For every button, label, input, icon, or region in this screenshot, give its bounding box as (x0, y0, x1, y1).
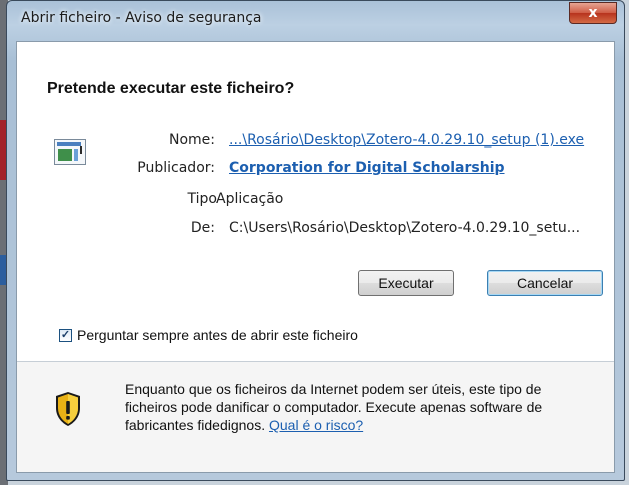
always-ask-checkbox[interactable]: ✓ (59, 329, 72, 342)
publisher-label: Publicador: (137, 160, 215, 176)
risk-link[interactable]: Qual é o risco? (269, 417, 363, 433)
application-file-icon (54, 139, 86, 165)
warning-message: Enquanto que os ficheiros da Internet po… (125, 380, 595, 434)
close-button[interactable]: x (569, 2, 617, 24)
from-value: C:\Users\Rosário\Desktop\Zotero-4.0.29.1… (229, 220, 581, 236)
type-value: Aplicação (216, 191, 284, 207)
checkmark-icon: ✓ (60, 329, 71, 341)
security-shield-icon (56, 392, 80, 426)
type-label: Tipo (187, 191, 217, 207)
run-button[interactable]: Executar (358, 270, 454, 296)
window-title: Abrir ficheiro - Aviso de segurança (21, 10, 262, 26)
publisher-link[interactable]: Corporation for Digital Scholarship (229, 160, 505, 176)
security-warning-dialog: Abrir ficheiro - Aviso de segurança x Pr… (6, 0, 625, 481)
file-name-link[interactable]: ...\Rosário\Desktop\Zotero-4.0.29.10_set… (229, 132, 584, 148)
dialog-heading: Pretende executar este ficheiro? (47, 80, 295, 97)
close-icon: x (588, 5, 598, 21)
title-bar[interactable]: Abrir ficheiro - Aviso de segurança x (7, 1, 624, 33)
cancel-button[interactable]: Cancelar (487, 270, 603, 296)
from-label: De: (190, 220, 215, 236)
always-ask-label[interactable]: Perguntar sempre antes de abrir este fic… (77, 327, 358, 343)
name-label: Nome: (168, 132, 215, 148)
dialog-content: Pretende executar este ficheiro? Nome: .… (16, 41, 615, 473)
